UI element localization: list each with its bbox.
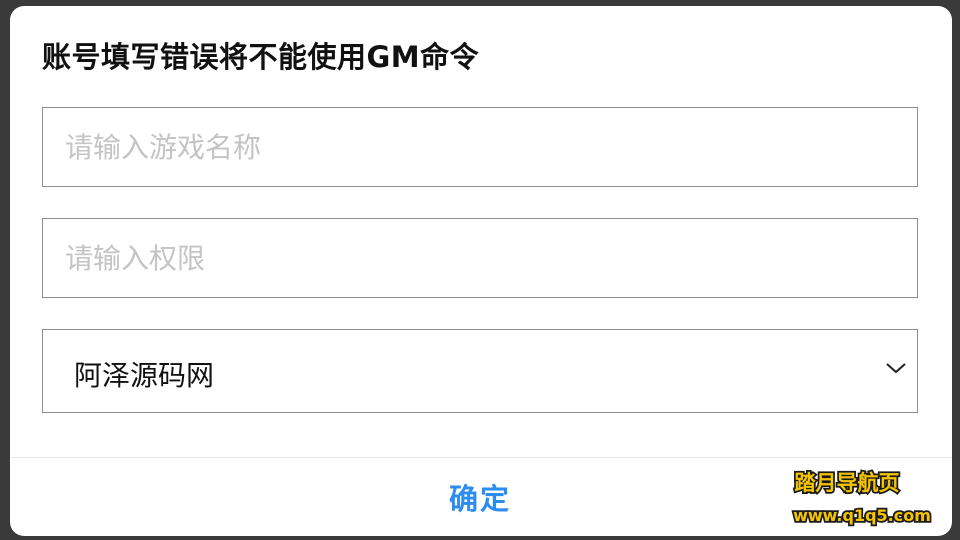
game-name-input[interactable]: [43, 108, 917, 186]
chevron-down-icon[interactable]: [885, 360, 907, 376]
confirm-button[interactable]: 确定: [380, 472, 580, 522]
server-select[interactable]: 阿泽源码网: [42, 329, 918, 413]
permission-input[interactable]: [43, 219, 917, 297]
footer-divider: [10, 457, 952, 458]
watermark-line2: www.q1q5.com: [793, 506, 931, 525]
gm-dialog: 账号填写错误将不能使用GM命令 阿泽源码网 确定: [10, 6, 952, 536]
watermark-line1: 踏月导航页: [795, 471, 900, 495]
watermark-logo: 踏月导航页 www.q1q5.com: [791, 469, 932, 527]
permission-field[interactable]: [42, 218, 918, 298]
server-select-value: 阿泽源码网: [74, 359, 215, 392]
game-name-field[interactable]: [42, 107, 918, 187]
dialog-title: 账号填写错误将不能使用GM命令: [42, 40, 480, 74]
